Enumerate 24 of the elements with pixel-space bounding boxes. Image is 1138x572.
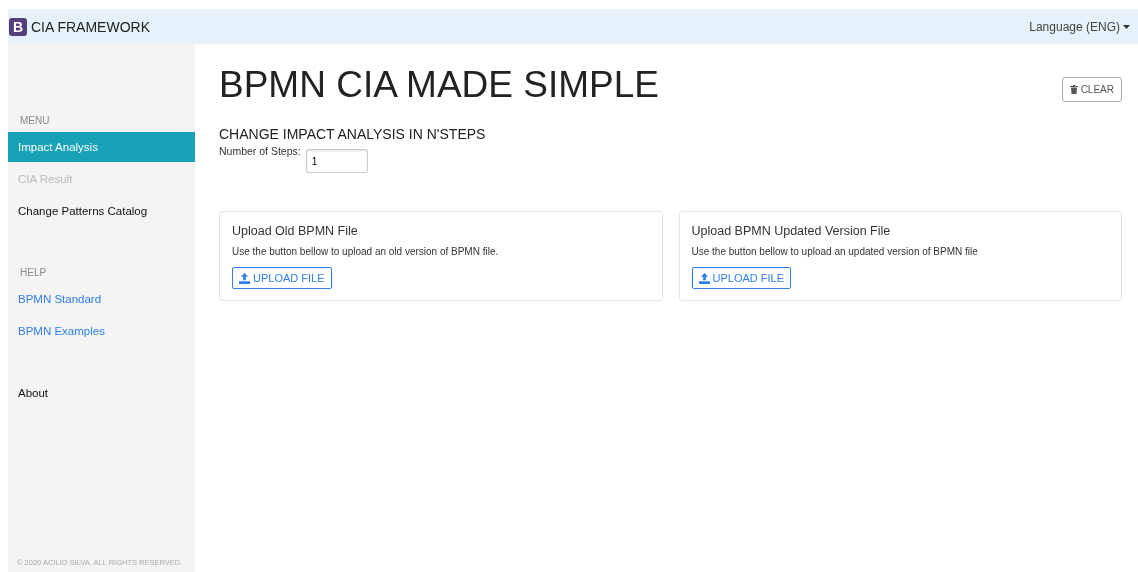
upload-icon [239,272,250,284]
sidebar-link[interactable]: BPMN Standard [8,284,195,314]
upload-button[interactable]: UPLOAD FILE [691,267,792,289]
card-title: Upload BPMN Updated Version File [691,224,892,238]
card-text: Use the button bellow to upload an old version of BPMN file. [232,246,500,257]
section-title: CHANGE IMPACT ANALYSIS IN N'STEPS [219,126,487,142]
section-heading: MENU [19,114,51,128]
page-title: BPMN CIA MADE SIMPLE [219,64,659,106]
caret-icon [1123,24,1130,29]
card-text: Use the button bellow to upload an updated version of BPMN file [691,246,979,257]
steps-field[interactable]: 1 [305,149,368,173]
language-dropdown[interactable]: Language (ENG) [1029,19,1130,34]
card-title: Upload Old BPMN File [232,224,359,238]
upload-icon [698,272,710,284]
sidebar-link[interactable]: BPMN Examples [8,316,195,346]
sidebar-item[interactable]: About [8,378,195,408]
clear-button[interactable]: CLEAR [1061,77,1122,102]
logo-icon[interactable]: B [9,17,27,36]
sidebar-item[interactable]: Change Patterns Catalog [8,196,195,226]
steps-label: Number of Steps: [219,145,301,157]
trash-icon [1069,85,1078,94]
upload-button[interactable]: UPLOAD FILE [232,267,332,289]
brand-title[interactable]: CIA FRAMEWORK [31,18,150,35]
section-heading: HELP [19,266,48,280]
